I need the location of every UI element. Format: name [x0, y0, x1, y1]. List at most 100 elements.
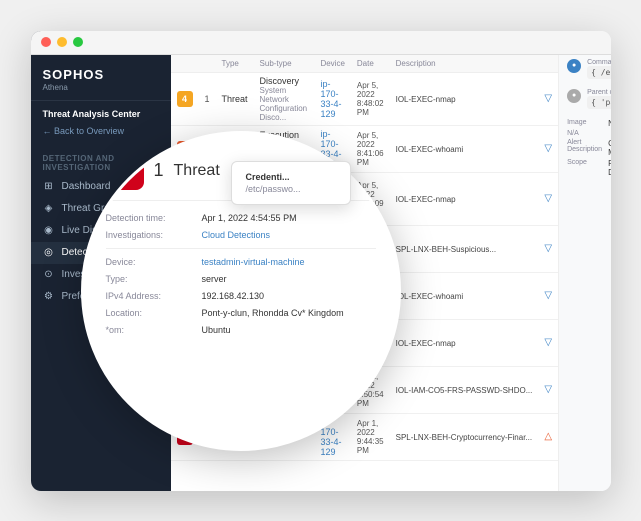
zoom-threat-label: Threat: [174, 162, 220, 180]
preferences-icon: ⚙: [43, 291, 55, 303]
location-value: Pont-y-clun, Rhondda Cv* Kingdom: [202, 308, 344, 318]
titlebar: [31, 31, 611, 55]
live-discover-icon: ◉: [43, 225, 55, 237]
table-row[interactable]: 4 1 Threat Discovery System Network Conf…: [171, 72, 559, 125]
rp-field-value: N/A: [608, 119, 610, 128]
expand-arrow[interactable]: △: [538, 413, 558, 460]
device-row: Device: testadmin-virtual-machine: [106, 257, 376, 267]
zoom-detail-card: Detection time: Apr 1, 2022 4:54:55 PM I…: [106, 213, 376, 430]
date-main: Apr 5, 2022: [357, 81, 384, 99]
detection-time-value: Apr 1, 2022 4:54:55 PM: [202, 213, 297, 223]
detections-icon: ◎: [43, 247, 55, 259]
col-subtype: Sub-type: [254, 55, 315, 73]
expand-arrow[interactable]: ▽: [538, 72, 558, 125]
threat-type: Threat: [222, 94, 248, 104]
cred-popup-path: /etc/passwo...: [246, 184, 336, 194]
device-link[interactable]: ip-170-33-4-129: [320, 79, 341, 119]
date-main: Apr 5, 2022: [357, 131, 384, 149]
type-cell: Threat: [216, 72, 254, 125]
device-value[interactable]: testadmin-virtual-machine: [202, 257, 305, 267]
logo-area: SOPHOS Athena: [31, 55, 171, 101]
zoom-count: 1: [154, 160, 164, 181]
severity-badge: 4: [177, 91, 193, 107]
date-time: 8:41:06 PM: [357, 149, 384, 167]
rule-text: IOL-IAM-CO5-FRS-PASSWD-SHDO...: [396, 386, 533, 395]
date-time: 8:48:02 PM: [357, 99, 384, 117]
investigations-icon: ⊙: [43, 269, 55, 281]
rp-cmd-label: Command line: [587, 59, 610, 66]
expand-arrow[interactable]: ▽: [538, 319, 558, 366]
rp-field-value: Process Detection: [608, 159, 610, 177]
divider: [106, 248, 376, 249]
rule-text: SPL-LNX-BEH-Cryptocurrency-Finar...: [396, 433, 532, 442]
rule-text: IOL-EXEC-whoami: [396, 292, 464, 301]
os-label: *om:: [106, 325, 196, 335]
desc-cell: IOL-EXEC-whoami: [390, 125, 539, 172]
credentials-popup: Credenti... /etc/passwo...: [231, 161, 351, 205]
ipv4-row: IPv4 Address: 192.168.42.130: [106, 291, 376, 301]
right-detail-panel: ● Command line { /env } ● Parent command…: [558, 31, 610, 491]
rp-fields-grid: Image N/A N/A Alert Description Cryptocurren…: [567, 119, 610, 177]
minimize-button[interactable]: [57, 37, 67, 47]
rp-field-label: Scope: [567, 159, 602, 177]
desc-cell: SPL-LNX-BEH-Cryptocurrency-Finar...: [390, 413, 539, 460]
expand-arrow[interactable]: ▽: [538, 125, 558, 172]
desc-cell: IOL-EXEC-nmap: [390, 172, 539, 225]
device-cell: ip-170-33-4-129: [314, 72, 350, 125]
detection-time-label: Detection time:: [106, 213, 196, 223]
expand-arrow[interactable]: ▽: [538, 225, 558, 272]
expand-arrow[interactable]: ▽: [538, 366, 558, 413]
date-cell: Apr 5, 2022 8:48:02 PM: [351, 72, 390, 125]
rp-field-label: Image: [567, 119, 602, 128]
count-badge: 1: [205, 94, 210, 104]
dashboard-icon: ⊞: [43, 181, 55, 193]
investigations-value[interactable]: Cloud Detections: [202, 230, 271, 240]
rule-text: IOL-EXEC-nmap: [396, 339, 456, 348]
rule-text: SPL-LNX-BEH-Suspicious...: [396, 245, 496, 254]
back-link[interactable]: ← Back to Overview: [31, 123, 171, 144]
desc-cell: SPL-LNX-BEH-Suspicious...: [390, 225, 539, 272]
os-value: Ubuntu: [202, 325, 231, 335]
rule-text: IOL-EXEC-nmap: [396, 195, 456, 204]
desc-cell: IOL-EXEC-whoami: [390, 272, 539, 319]
sophos-sub: Athena: [43, 83, 159, 92]
rp-parent-icon: ●: [567, 89, 581, 103]
sophos-logo: SOPHOS: [43, 67, 159, 82]
expand-arrow[interactable]: ▽: [538, 272, 558, 319]
col-type: Type: [216, 55, 254, 73]
app-window: SOPHOS Athena Threat Analysis Center ← B…: [31, 31, 611, 491]
location-row: Location: Pont-y-clun, Rhondda Cv* Kingd…: [106, 308, 376, 318]
maximize-button[interactable]: [73, 37, 83, 47]
rp-field-label: Alert Description: [567, 139, 602, 157]
detection-time-row: Detection time: Apr 1, 2022 4:54:55 PM: [106, 213, 376, 223]
col-arrow: [538, 55, 558, 73]
investigations-label: Investigations:: [106, 230, 196, 240]
subtype-main: Discovery: [260, 76, 309, 86]
ipv4-value: 192.168.42.130: [202, 291, 265, 301]
desc-cell: IOL-EXEC-nmap: [390, 319, 539, 366]
rp-field-label: N/A: [567, 130, 602, 137]
type-label: Type:: [106, 274, 196, 284]
rp-cmd-icon: ●: [567, 59, 581, 73]
type-row: Type: server: [106, 274, 376, 284]
subtype-detail: System Network Configuration Disco...: [260, 86, 309, 122]
col-severity: [171, 55, 199, 73]
subtype-cell: Discovery System Network Configuration D…: [254, 72, 315, 125]
rp-parent-info: Parent command line { 'pam' }: [587, 89, 610, 109]
count-cell: 1: [199, 72, 216, 125]
sidebar-item-label: Dashboard: [62, 181, 111, 192]
rp-parent-label: Parent command line: [587, 89, 610, 96]
expand-arrow[interactable]: ▽: [538, 172, 558, 225]
col-device: Device: [314, 55, 350, 73]
rp-cmd-info: Command line { /env }: [587, 59, 610, 79]
close-button[interactable]: [41, 37, 51, 47]
os-row: *om: Ubuntu: [106, 325, 376, 335]
investigations-row: Investigations: Cloud Detections: [106, 230, 376, 240]
type-value: server: [202, 274, 227, 284]
rp-cmd-row: ● Command line { /env }: [567, 59, 610, 79]
rp-parent-value: { 'pam' }: [587, 96, 610, 109]
sidebar-center-title: Threat Analysis Center: [31, 101, 171, 123]
rule-text: IOL-EXEC-nmap: [396, 95, 456, 104]
rp-field-value: Cryptocurrency-Miner Detected: [608, 139, 610, 157]
location-label: Location:: [106, 308, 196, 318]
